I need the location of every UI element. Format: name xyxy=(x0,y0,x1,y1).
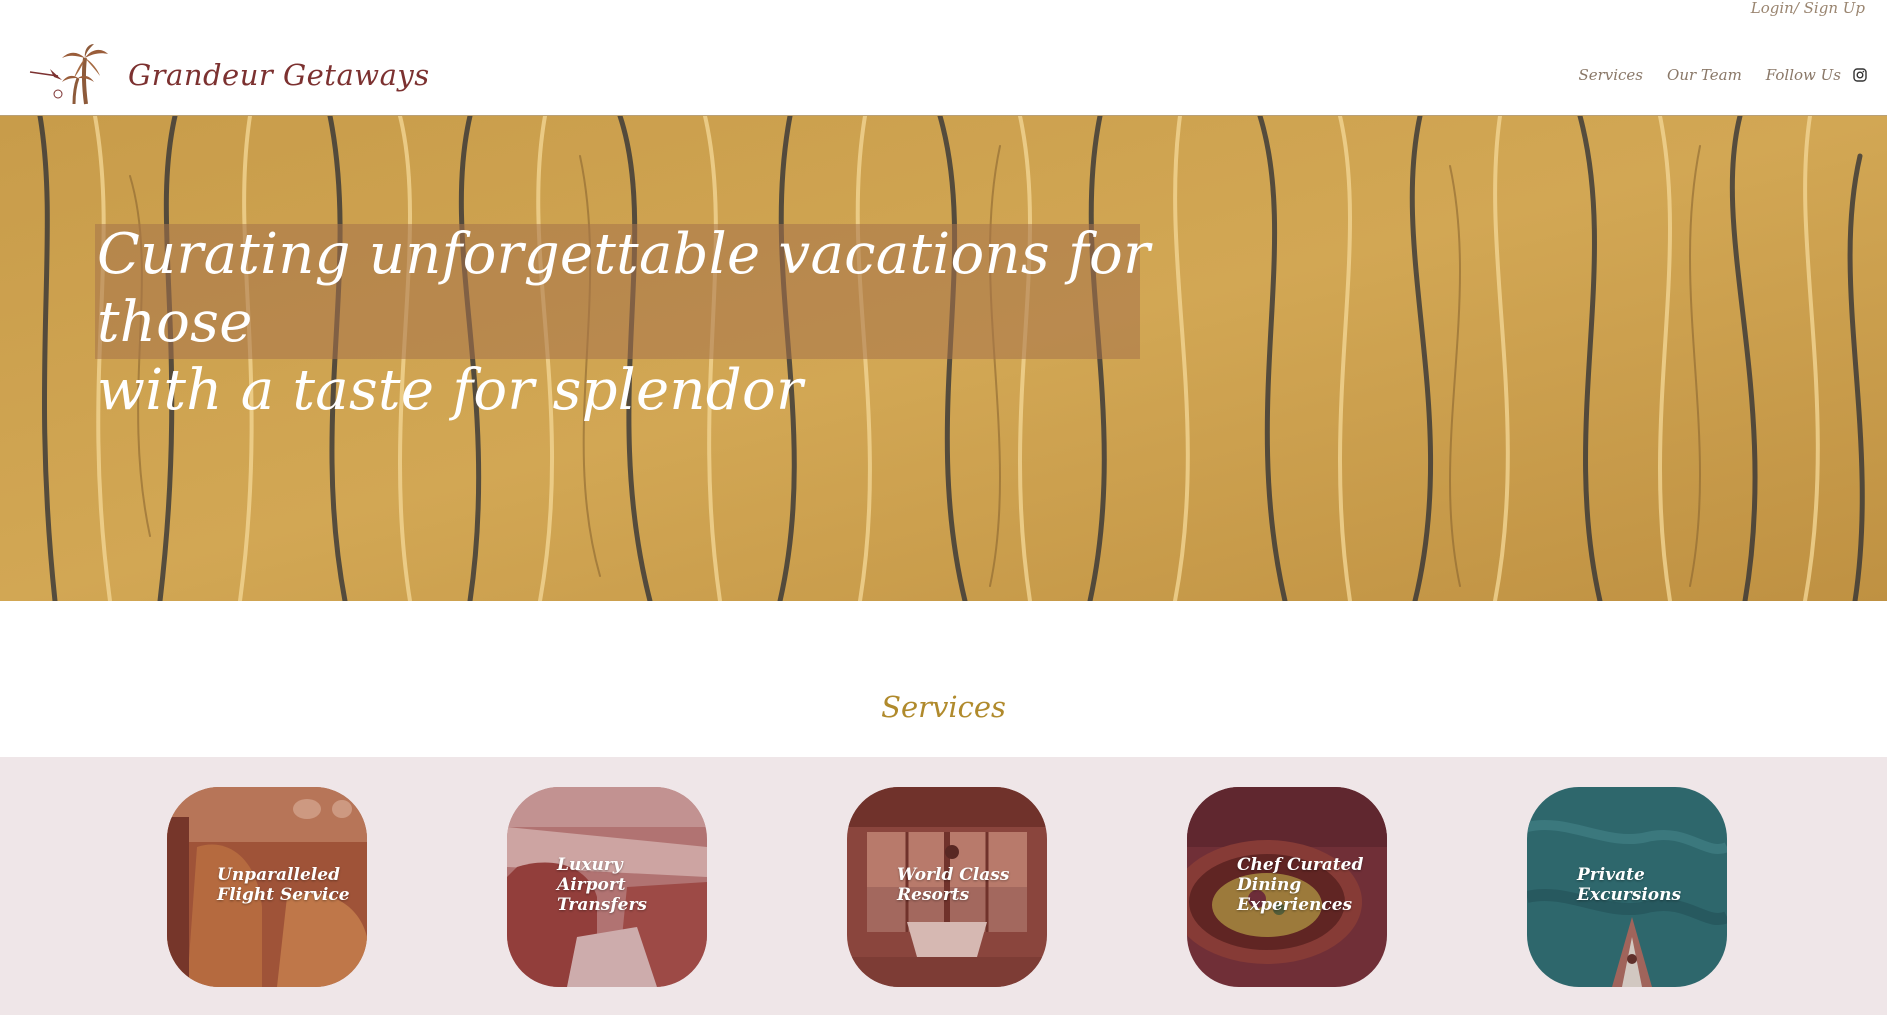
nav-our-team[interactable]: Our Team xyxy=(1667,66,1742,84)
hero-tagline: Curating unforgettable vacations for tho… xyxy=(97,221,1177,425)
hero-tagline-line-2: with a taste for splendor xyxy=(97,358,804,423)
main-nav: Services Our Team Follow Us xyxy=(1554,66,1867,84)
instagram-icon[interactable] xyxy=(1853,68,1867,82)
nav-services[interactable]: Services xyxy=(1578,66,1643,84)
service-card-resorts[interactable]: World Class Resorts xyxy=(847,787,1047,987)
service-card-excursions[interactable]: Private Excursions xyxy=(1527,787,1727,987)
services-heading: Services xyxy=(881,690,1006,724)
service-card-flight[interactable]: Unparalleled Flight Service xyxy=(167,787,367,987)
brand-name[interactable]: Grandeur Getaways xyxy=(128,58,430,92)
login-signup-link[interactable]: Login/ Sign Up xyxy=(1751,0,1865,16)
page: Login/ Sign Up Grandeur Getaways Service… xyxy=(0,0,1887,1015)
nav-follow-us[interactable]: Follow Us xyxy=(1766,66,1841,84)
site-header: Grandeur Getaways Services Our Team Foll… xyxy=(0,36,1887,114)
service-card-flight-label: Unparalleled Flight Service xyxy=(217,865,350,905)
service-card-transfers-label: Luxury Airport Transfers xyxy=(557,855,647,915)
services-section: Unparalleled Flight Service Luxury Airpo… xyxy=(0,757,1887,1015)
service-card-dining[interactable]: Chef Curated Dining Experiences xyxy=(1187,787,1387,987)
hero-tagline-line-1: Curating unforgettable vacations for tho… xyxy=(97,222,1151,355)
palm-tree-logo-icon[interactable] xyxy=(28,44,114,106)
service-card-excursions-label: Private Excursions xyxy=(1577,865,1682,905)
hero-banner: Curating unforgettable vacations for tho… xyxy=(0,115,1887,601)
service-card-resorts-label: World Class Resorts xyxy=(897,865,1010,905)
service-card-transfers[interactable]: Luxury Airport Transfers xyxy=(507,787,707,987)
service-card-dining-label: Chef Curated Dining Experiences xyxy=(1237,855,1364,915)
